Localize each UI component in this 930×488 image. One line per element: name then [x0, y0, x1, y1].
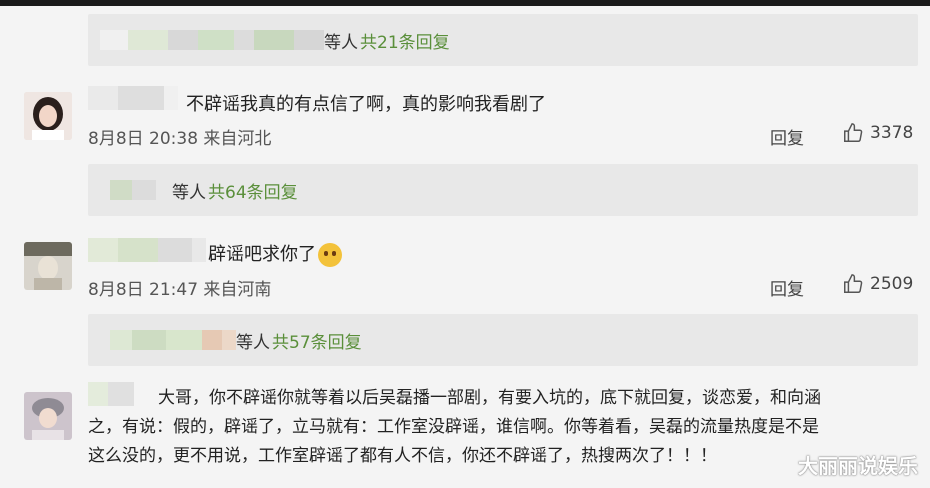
comment-text: 大哥，你不辟谣你就等着以后吴磊播一部剧，有要入坑的，底下就回复，谈恋爱，和向涵 …: [88, 384, 918, 471]
reply-suffix: 等人: [172, 182, 206, 203]
reply-button[interactable]: 回复: [770, 275, 804, 300]
sub-reply-box[interactable]: 等人 共64条回复: [88, 164, 918, 216]
sub-reply-box[interactable]: 等人 共21条回复: [88, 14, 918, 66]
reply-count-link[interactable]: 共21条回复: [360, 28, 450, 53]
blurred-username[interactable]: [88, 86, 178, 110]
reply-suffix: 等人: [324, 32, 358, 53]
blurred-usernames: [110, 180, 156, 200]
comment-line-2: 之，有说：假的，辟谣了，立马就有：工作室没辟谣，谁信啊。你等着看，吴磊的流量热度…: [88, 417, 819, 437]
like-count: 3378: [870, 123, 914, 143]
comment-line-1: 大哥，你不辟谣你就等着以后吴磊播一部剧，有要入坑的，底下就回复，谈恋爱，和向涵: [158, 388, 821, 408]
reply-suffix: 等人: [236, 332, 270, 353]
crying-face-icon: [318, 243, 342, 267]
comment-body: 辟谣吧求你了: [208, 244, 316, 265]
blurred-usernames: [100, 30, 324, 50]
like-count: 2509: [870, 274, 914, 294]
blurred-username[interactable]: [88, 238, 206, 262]
comment-text: 辟谣吧求你了: [208, 240, 342, 267]
watermark: 大丽丽说娱乐: [798, 454, 918, 478]
like-button[interactable]: 3378: [842, 122, 913, 144]
avatar[interactable]: [24, 392, 72, 440]
comment-meta: 8月8日 20:38 来自河北: [88, 129, 272, 149]
avatar[interactable]: [24, 242, 72, 290]
avatar[interactable]: [24, 92, 72, 140]
reply-count-link[interactable]: 共64条回复: [208, 178, 298, 203]
reply-button[interactable]: 回复: [770, 124, 804, 149]
comment-line-3: 这么没的，更不用说，工作室辟谣了都有人不信，你还不辟谣了，热搜两次了！！！: [88, 446, 717, 466]
comment-line: 大哥，你不辟谣你就等着以后吴磊播一部剧，有要入坑的，底下就回复，谈恋爱，和向涵: [88, 384, 918, 413]
thumbs-up-icon: [844, 123, 863, 142]
reply-count-link[interactable]: 共57条回复: [272, 328, 362, 353]
thumbs-up-icon: [844, 274, 863, 293]
blurred-usernames: [110, 330, 236, 350]
comment-meta: 8月8日 21:47 来自河南: [88, 280, 272, 300]
top-border: [0, 0, 930, 6]
sub-reply-box[interactable]: 等人 共57条回复: [88, 314, 918, 366]
comment-text: 不辟谣我真的有点信了啊，真的影响我看剧了: [186, 94, 546, 115]
like-button[interactable]: 2509: [842, 273, 913, 295]
